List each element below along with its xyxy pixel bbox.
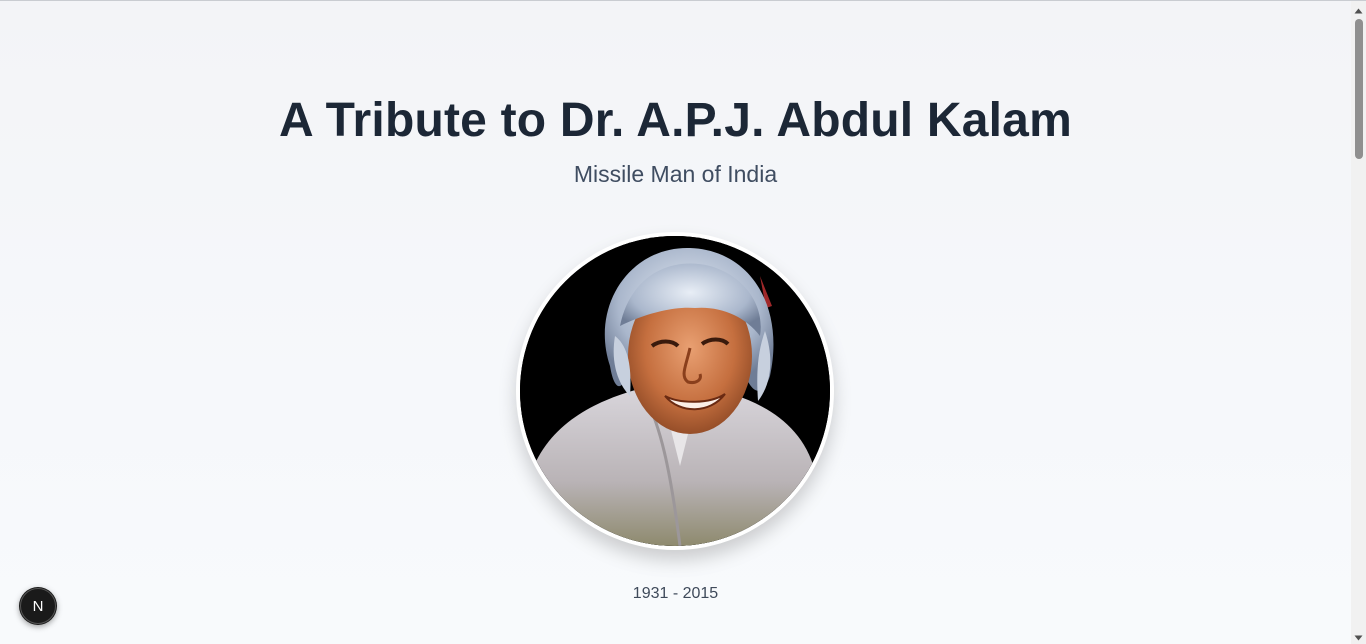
nextjs-dev-badge[interactable]: N: [19, 587, 57, 625]
life-years: 1931 - 2015: [632, 585, 719, 602]
portrait-illustration: [520, 236, 830, 546]
scroll-up-arrow-icon[interactable]: [1351, 3, 1366, 18]
page-subtitle: Missile Man of India: [573, 161, 778, 187]
page-title: A Tribute to Dr. A.P.J. Abdul Kalam: [279, 94, 1072, 147]
scrollbar-thumb[interactable]: [1355, 19, 1363, 159]
scroll-down-arrow-icon[interactable]: [1351, 630, 1366, 644]
portrait-image: [520, 236, 830, 546]
page: A Tribute to Dr. A.P.J. Abdul Kalam Miss…: [0, 1, 1351, 644]
portrait-frame: [516, 232, 834, 550]
nextjs-icon: N: [32, 597, 44, 615]
vertical-scrollbar[interactable]: [1351, 1, 1366, 644]
